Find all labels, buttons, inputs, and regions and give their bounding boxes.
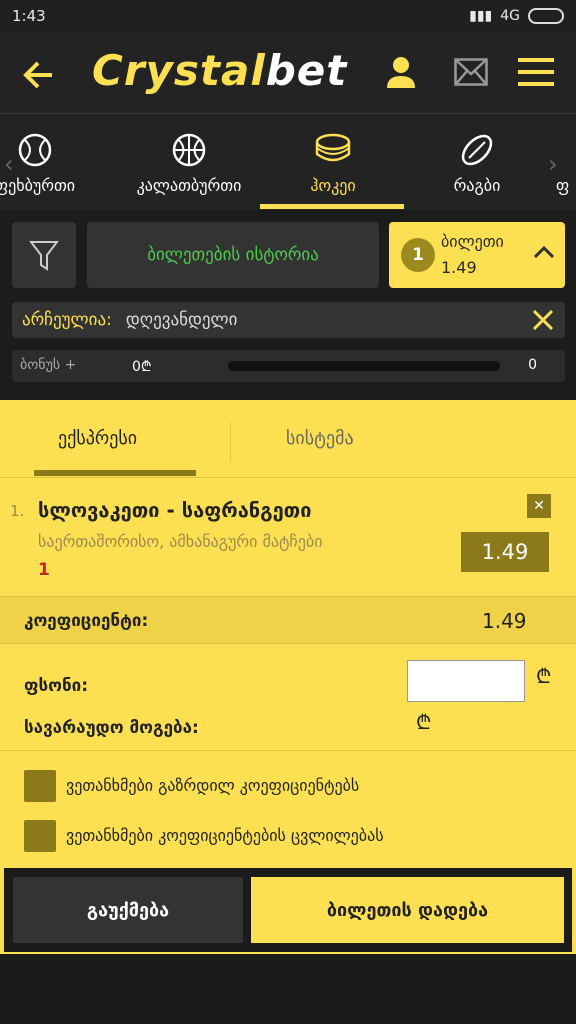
- possible-win-currency: ₾: [416, 710, 432, 734]
- status-bar: 1:43 ▮▮▮ 4G: [0, 0, 576, 32]
- active-slip-tab-indicator: [34, 470, 196, 476]
- bonus-max: 0: [528, 357, 537, 373]
- tab-divider: [230, 422, 231, 462]
- tab-express[interactable]: ექსპრესი: [58, 428, 137, 449]
- user-icon[interactable]: [384, 54, 418, 94]
- remove-bet-close-icon[interactable]: ✕: [527, 494, 551, 518]
- ticket-toggle-button[interactable]: 1 ბილეთი 1.49: [389, 222, 565, 288]
- place-bet-button[interactable]: ბილეთის დადება: [251, 877, 564, 943]
- bonus-row: ბონუს + 0₾ 0: [12, 350, 565, 382]
- stake-label: ფსონი:: [24, 676, 89, 696]
- crystalbet-logo[interactable]: Crystalbet: [92, 46, 347, 95]
- bonus-label: ბონუს +: [20, 357, 77, 373]
- status-time: 1:43: [12, 7, 46, 25]
- bet-slip: ექსპრესი სისტემა 1. სლოვაკეთი - საფრანგე…: [0, 400, 576, 954]
- basketball-icon: [171, 132, 207, 172]
- accept-odds-change-checkbox[interactable]: [24, 820, 56, 852]
- accept-increased-odds-label: ვეთანხმები გაზრდილ კოეფიციენტებს: [66, 776, 360, 795]
- possible-win-label: სავარაუდო მოგება:: [24, 718, 199, 738]
- selected-filter-value: დღევანდელი: [125, 310, 238, 330]
- soccer-ball-icon: [17, 132, 53, 172]
- network-type: 4G: [500, 8, 520, 24]
- filter-button[interactable]: [12, 222, 76, 288]
- bet-number: 1.: [10, 502, 25, 520]
- tab-soccer[interactable]: ფეხბურთი: [0, 114, 100, 210]
- mail-icon[interactable]: [454, 58, 488, 90]
- signal-icon: ▮▮▮: [469, 8, 493, 24]
- coefficient-value: 1.49: [482, 609, 527, 633]
- tab-next-sport[interactable]: ფ: [556, 114, 576, 210]
- stake-input[interactable]: [407, 660, 525, 702]
- app-header: Crystalbet: [0, 32, 576, 114]
- bet-pick: 1: [38, 560, 50, 580]
- bet-match-title: სლოვაკეთი - საფრანგეთი: [38, 498, 312, 522]
- hockey-puck-icon: [314, 132, 352, 170]
- selected-filter-row: არჩეულია: დღევანდელი: [12, 302, 565, 338]
- tab-rugby[interactable]: რაგბი: [404, 114, 550, 210]
- bonus-progress-bar: [228, 361, 500, 371]
- chevron-up-icon: [533, 244, 555, 263]
- active-tab-indicator: [260, 204, 404, 209]
- bet-competition: საერთაშორისო, ამხანაგური მატჩები: [38, 532, 323, 551]
- currency-symbol: ₾: [536, 664, 552, 688]
- slip-tabs: ექსპრესი სისტემა: [0, 400, 576, 478]
- bet-odd: 1.49: [461, 532, 549, 572]
- tab-hockey[interactable]: ჰოკეი: [262, 114, 404, 210]
- bonus-value: 0₾: [132, 359, 152, 375]
- close-icon[interactable]: [531, 308, 555, 337]
- rugby-ball-icon: [459, 132, 495, 172]
- menu-icon[interactable]: [518, 56, 554, 92]
- back-arrow-icon[interactable]: [22, 60, 54, 94]
- accept-odds-change-label: ვეთანხმები კოეფიციენტების ცვლილებას: [66, 826, 384, 845]
- ticket-count-badge: 1: [401, 238, 435, 272]
- ticket-label: ბილეთი: [441, 232, 504, 251]
- coefficient-label: კოეფიციენტი:: [24, 611, 149, 631]
- cancel-button[interactable]: გაუქმება: [13, 877, 243, 943]
- ticket-history-button[interactable]: ბილეთების ისტორია: [87, 222, 379, 288]
- accept-increased-odds-checkbox[interactable]: [24, 770, 56, 802]
- slip-actions: გაუქმება ბილეთის დადება: [4, 868, 572, 952]
- status-icons: ▮▮▮ 4G: [469, 8, 564, 24]
- tab-basketball[interactable]: კალათბურთი: [116, 114, 262, 210]
- betslip-toolbar: ბილეთების ისტორია 1 ბილეთი 1.49 არჩეულია…: [0, 210, 576, 400]
- selected-filter-key: არჩეულია:: [22, 310, 112, 330]
- chevron-left-icon[interactable]: ‹: [4, 150, 14, 178]
- bet-item: 1. სლოვაკეთი - საფრანგეთი საერთაშორისო, …: [0, 478, 576, 596]
- coefficient-row: კოეფიციენტი: 1.49: [0, 596, 576, 644]
- sports-nav: ფეხბურთი კალათბურთი ჰოკეი რაგბი ფ: [0, 114, 576, 210]
- ticket-coef: 1.49: [441, 258, 477, 277]
- chevron-right-icon[interactable]: ›: [548, 150, 558, 178]
- funnel-icon: [28, 239, 60, 277]
- divider: [0, 750, 576, 751]
- battery-icon: [528, 8, 564, 24]
- tab-system[interactable]: სისტემა: [286, 428, 354, 449]
